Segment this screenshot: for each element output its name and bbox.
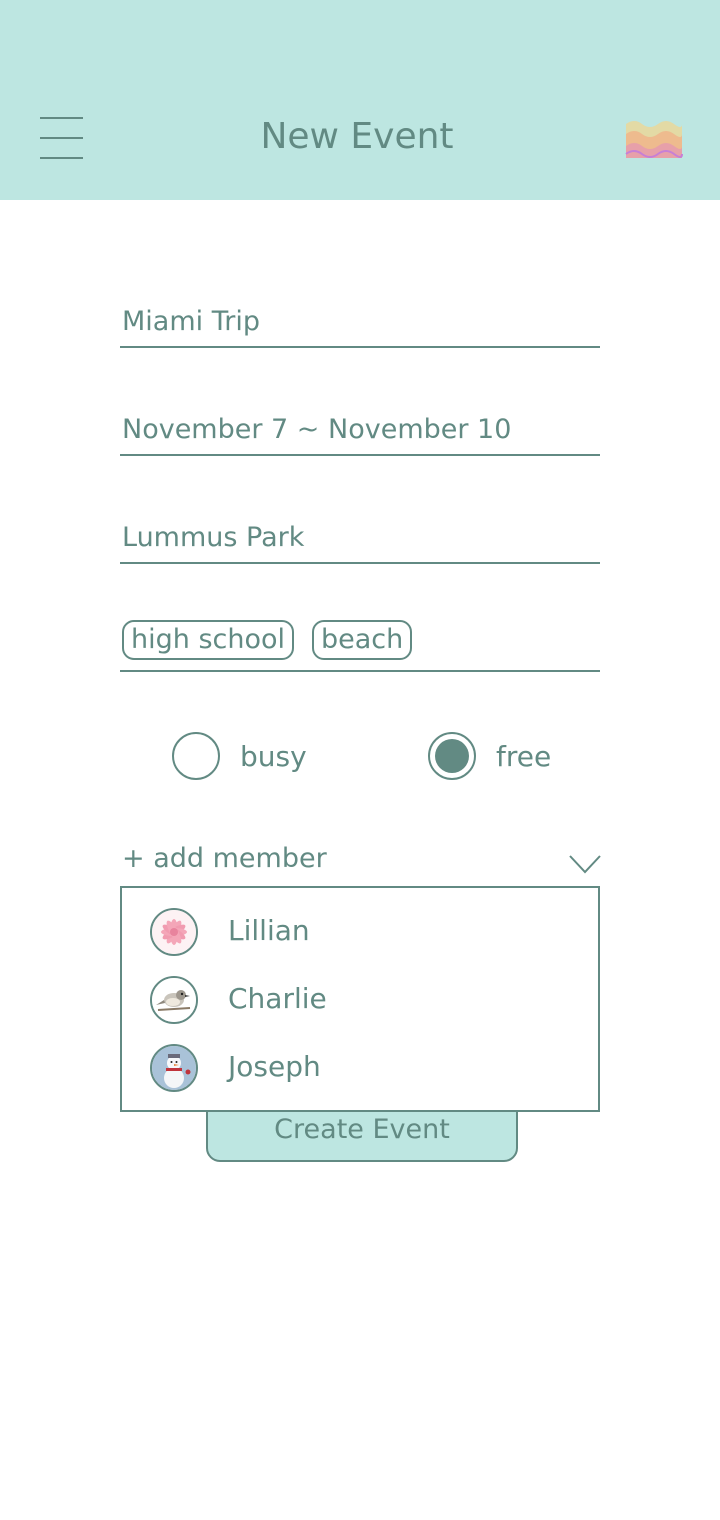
- pink-flower-avatar: [150, 908, 198, 956]
- app-header: New Event: [0, 0, 720, 200]
- create-event-label: Create Event: [274, 1114, 450, 1145]
- member-option-charlie[interactable]: Charlie: [122, 970, 598, 1032]
- event-name-value: Miami Trip: [122, 306, 260, 337]
- snowman-avatar: [150, 1044, 198, 1092]
- member-dropdown: Lillian Charlie Joseph: [120, 886, 600, 1112]
- tag-high-school[interactable]: high school: [122, 620, 295, 660]
- member-name: Lillian: [228, 914, 310, 947]
- busy-label[interactable]: busy: [240, 738, 307, 776]
- event-name-field[interactable]: Miami Trip: [120, 296, 600, 348]
- date-range-field[interactable]: November 7 ~ November 10: [120, 404, 600, 456]
- member-option-joseph[interactable]: Joseph: [122, 1038, 598, 1100]
- member-option-lillian[interactable]: Lillian: [122, 902, 598, 964]
- location-field[interactable]: Lummus Park: [120, 512, 600, 564]
- member-name: Joseph: [228, 1050, 321, 1083]
- chevron-down-icon[interactable]: [568, 852, 602, 876]
- date-range-value: November 7 ~ November 10: [122, 414, 512, 445]
- wave-logo-icon[interactable]: [624, 118, 684, 162]
- page-title: New Event: [260, 116, 454, 157]
- status-radio-group: busy free: [0, 730, 720, 782]
- busy-radio[interactable]: [172, 732, 220, 780]
- bird-avatar: [150, 976, 198, 1024]
- free-radio[interactable]: [428, 732, 476, 780]
- location-value: Lummus Park: [122, 522, 305, 553]
- free-label[interactable]: free: [496, 738, 551, 776]
- add-member-button[interactable]: + add member: [122, 840, 327, 878]
- member-name: Charlie: [228, 982, 327, 1015]
- tag-beach[interactable]: beach: [312, 620, 413, 660]
- tags-field[interactable]: high school beach: [120, 614, 600, 672]
